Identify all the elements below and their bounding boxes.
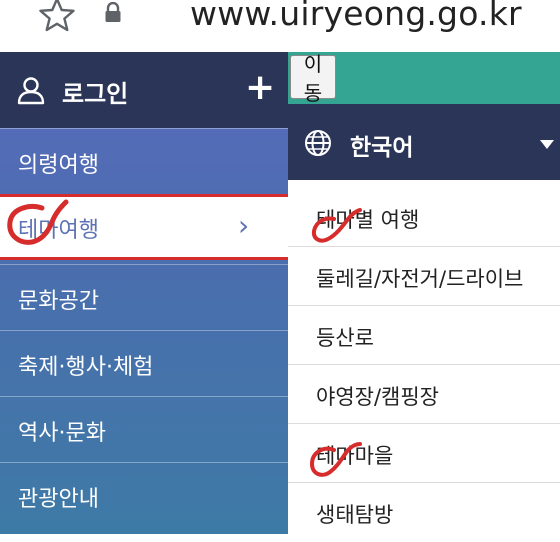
sidebar-item-label: 테마여행 [18,218,99,243]
chevron-right-icon: › [238,209,250,242]
login-label: 로그인 [62,80,129,108]
sidebar-item-label: 관광안내 [18,487,99,512]
caret-down-icon [540,140,554,149]
person-icon [17,77,45,105]
plus-icon[interactable]: + [245,68,275,108]
side-menu: 로그인 + 의령여행 테마여행 › 문화공간 축제·행사·체험 역사·문화 관광… [0,52,288,534]
sidebar-item-tour-guide[interactable]: 관광안내 [0,462,288,528]
star-outline-icon[interactable] [37,0,77,33]
submenu-item-theme-village[interactable]: 테마마을 [288,424,560,483]
language-label: 한국어 [350,135,414,161]
sidebar-item-festival[interactable]: 축제·행사·체험 [0,330,288,396]
sidebar-item-theme-travel[interactable]: 테마여행 › [0,194,288,260]
login-row[interactable]: 로그인 + [0,52,288,128]
submenu-item-label: 야영장/캠핑장 [316,385,439,409]
submenu-item-camping[interactable]: 야영장/캠핑장 [288,365,560,424]
submenu-item-label: 테마별 여행 [316,208,420,232]
submenu-item-trails[interactable]: 둘레길/자전거/드라이브 [288,247,560,306]
submenu-item-label: 테마마을 [316,444,394,468]
url-text[interactable]: www.uiryeong.go.kr [190,0,522,33]
sidebar-item-label: 문화공간 [18,289,99,314]
globe-icon [305,130,331,156]
sidebar-item-label: 축제·행사·체험 [18,355,154,380]
submenu-item-label: 등산로 [316,326,374,350]
sidebar-item-history[interactable]: 역사·문화 [0,396,288,462]
lock-icon [105,2,121,22]
sidebar-item-label: 의령여행 [18,153,99,178]
browser-url-bar: www.uiryeong.go.kr [0,0,560,53]
submenu-item-hiking[interactable]: 등산로 [288,306,560,365]
sidebar-item-label: 역사·문화 [18,421,106,446]
sidebar-item-culture-space[interactable]: 문화공간 [0,264,288,330]
sidebar-item-uiryeong-travel[interactable]: 의령여행 [0,128,288,194]
go-button[interactable]: 이동 [290,52,336,105]
submenu-item-eco-tour[interactable]: 생태탐방 [288,483,560,542]
language-selector[interactable]: 한국어 [288,104,560,180]
submenu-item-theme-trip[interactable]: 테마별 여행 [288,188,560,247]
submenu-item-label: 둘레길/자전거/드라이브 [316,267,524,291]
submenu-item-label: 생태탐방 [316,503,394,527]
